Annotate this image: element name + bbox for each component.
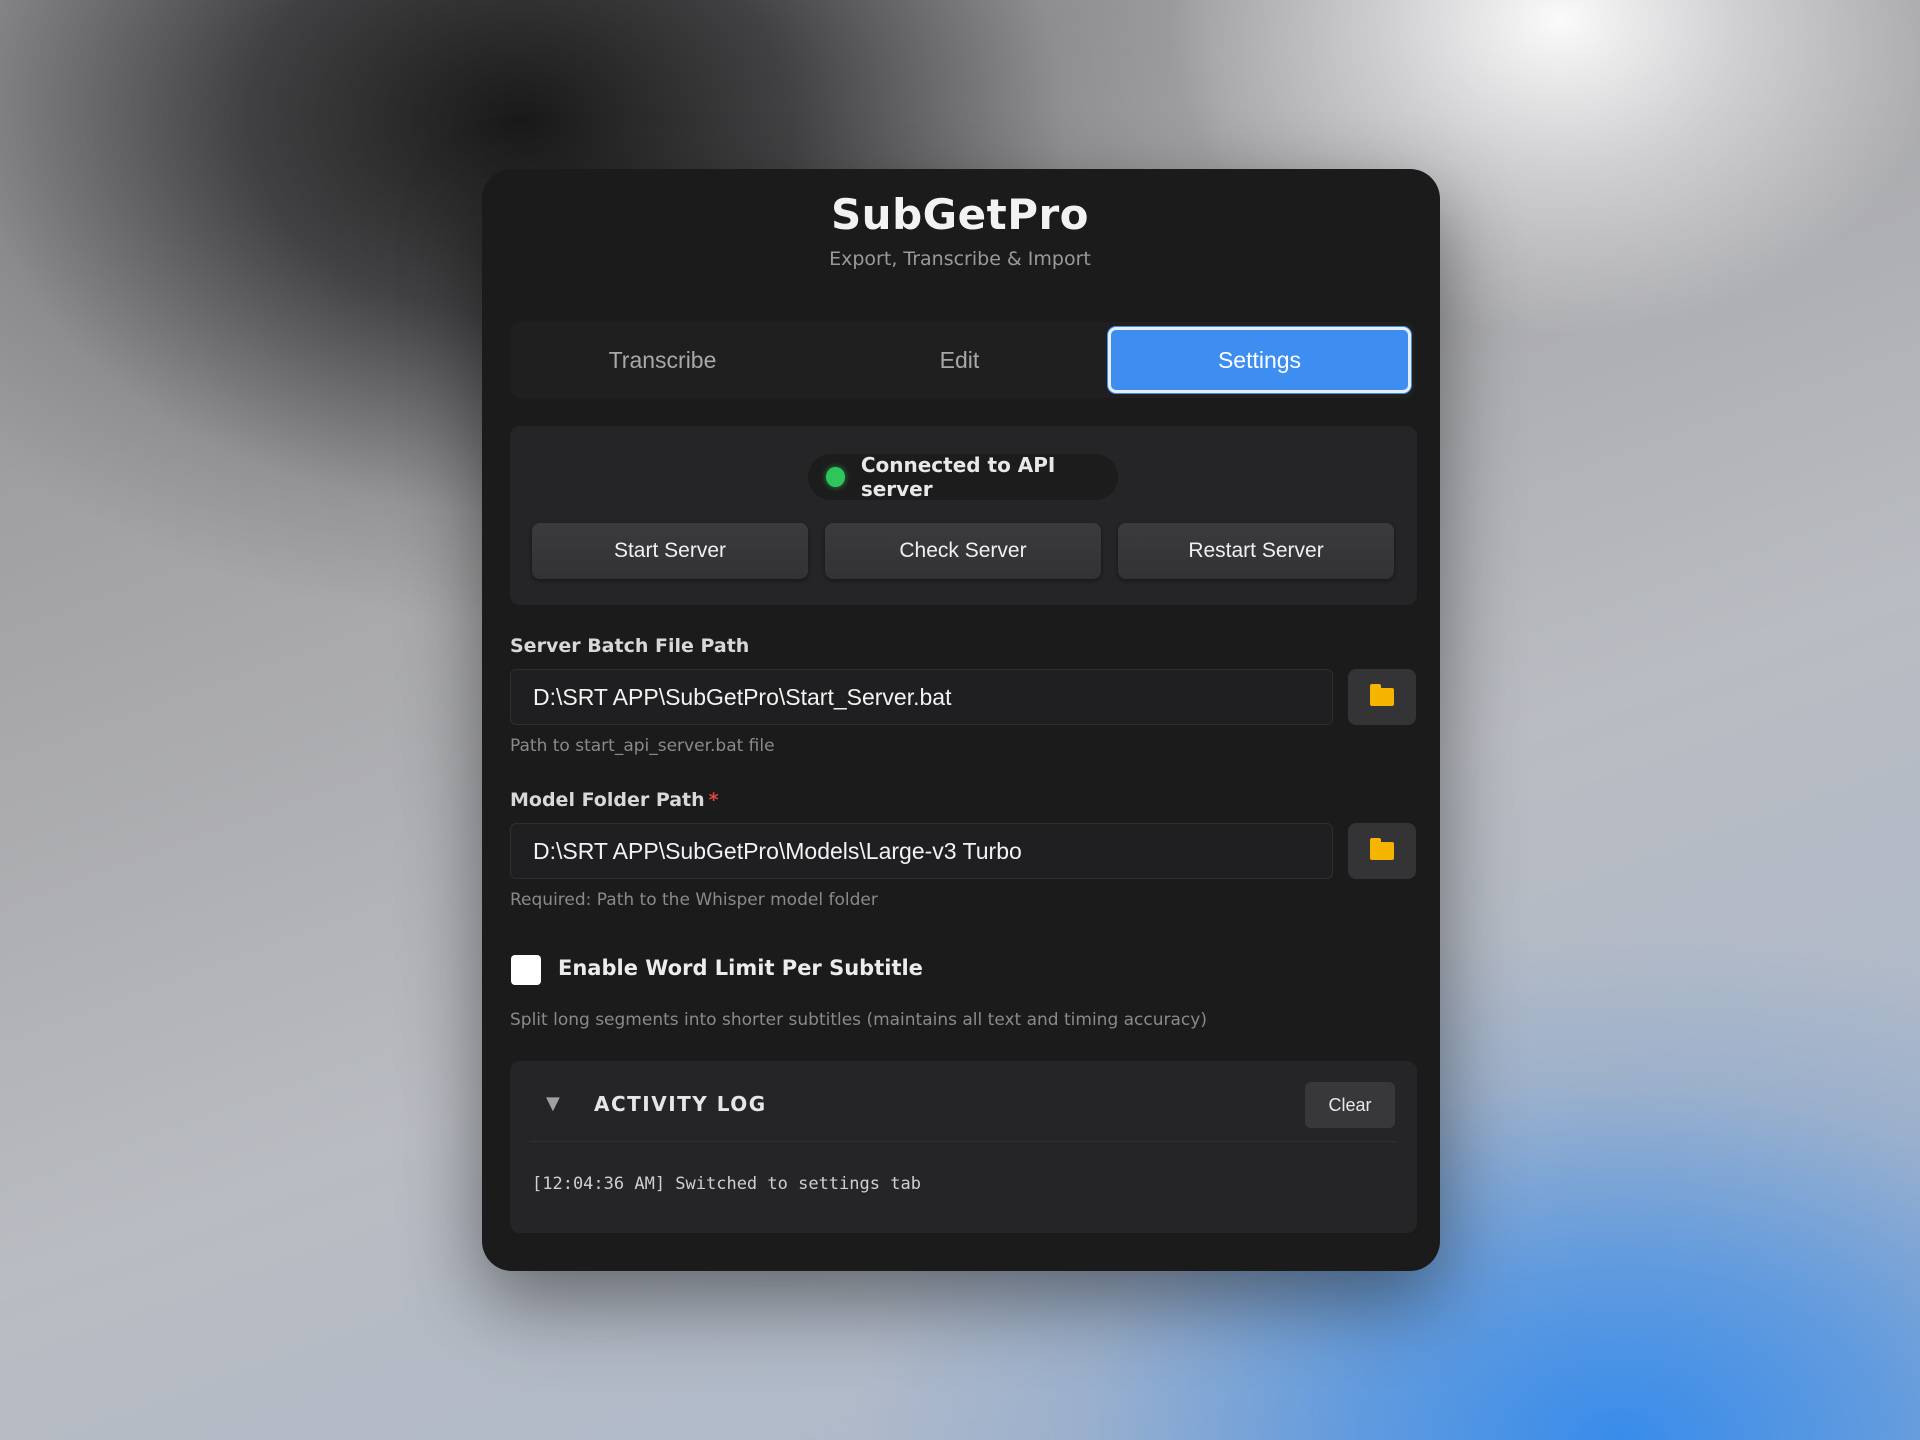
model-path-label: Model Folder Path *: [510, 789, 719, 811]
clear-log-button[interactable]: Clear: [1305, 1082, 1395, 1128]
status-dot-icon: [826, 467, 845, 487]
word-limit-checkbox[interactable]: [511, 955, 541, 985]
log-entry: [12:04:36 AM] Switched to settings tab: [532, 1174, 921, 1194]
folder-icon: [1370, 838, 1394, 860]
batch-path-help: Path to start_api_server.bat file: [510, 736, 775, 756]
batch-path-label: Server Batch File Path: [510, 635, 750, 657]
required-mark: *: [708, 789, 719, 811]
log-divider: [530, 1141, 1397, 1142]
start-server-button[interactable]: Start Server: [532, 523, 808, 579]
model-path-label-text: Model Folder Path: [510, 789, 705, 811]
server-status-badge: Connected to API server: [808, 453, 1118, 501]
app-title: SubGetPro: [830, 190, 1090, 239]
word-limit-help: Split long segments into shorter subtitl…: [510, 1010, 1207, 1030]
batch-path-browse-button[interactable]: [1348, 669, 1416, 725]
collapse-chevron-icon[interactable]: ▼: [546, 1093, 560, 1114]
server-status-text: Connected to API server: [860, 453, 1056, 501]
check-server-button[interactable]: Check Server: [825, 523, 1101, 579]
word-limit-label[interactable]: Enable Word Limit Per Subtitle: [558, 956, 923, 980]
tab-transcribe[interactable]: Transcribe: [514, 327, 811, 393]
folder-icon: [1370, 684, 1394, 706]
model-path-help: Required: Path to the Whisper model fold…: [510, 890, 878, 910]
model-path-browse-button[interactable]: [1348, 823, 1416, 879]
tab-bar: Transcribe Edit Settings: [510, 322, 1415, 398]
tab-edit[interactable]: Edit: [811, 327, 1108, 393]
restart-server-button[interactable]: Restart Server: [1118, 523, 1394, 579]
model-path-input[interactable]: [510, 823, 1333, 879]
activity-log-panel: [510, 1061, 1417, 1233]
app-subtitle: Export, Transcribe & Import: [829, 248, 1091, 270]
tab-settings[interactable]: Settings: [1108, 327, 1411, 393]
activity-log-title[interactable]: ACTIVITY LOG: [594, 1092, 767, 1116]
batch-path-input[interactable]: [510, 669, 1333, 725]
